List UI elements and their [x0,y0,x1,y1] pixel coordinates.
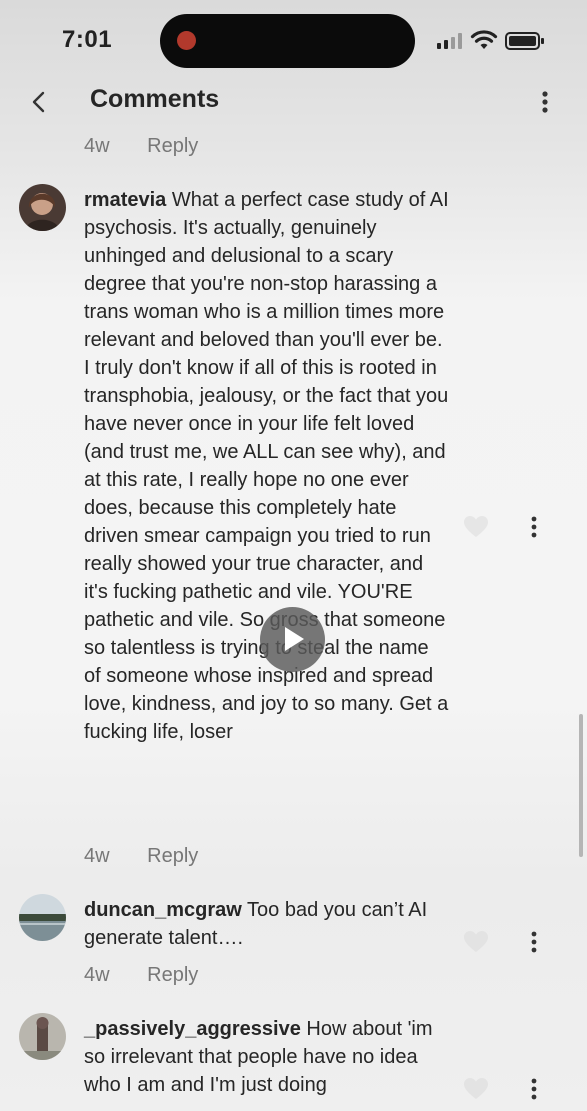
comment-username[interactable]: duncan_mcgraw [84,899,242,921]
status-bar: 7:01 [0,0,587,80]
wifi-icon [470,30,498,49]
comment-age: 4w [84,845,110,867]
page-title: Comments [90,85,220,113]
comment-username[interactable]: rmatevia [84,189,166,211]
reply-button[interactable]: Reply [147,964,198,987]
comments-header: Comments [0,80,587,124]
comment-options-icon[interactable] [524,515,544,539]
comment-text: duncan_mcgraw Too bad you can’t AI gener… [84,896,449,952]
comment-text: _passively_aggressive How about 'im so i… [84,1015,449,1099]
comment-meta: 4w Reply [84,964,198,987]
reply-button[interactable]: Reply [147,845,198,868]
heart-icon[interactable] [463,930,489,954]
scrollbar[interactable] [579,714,583,857]
play-button[interactable] [260,607,325,672]
comment-age: 4w [84,964,110,986]
comment-options-icon[interactable] [524,1077,544,1101]
comment-options-icon[interactable] [524,930,544,954]
avatar[interactable] [19,184,66,231]
heart-icon[interactable] [463,515,489,539]
back-icon[interactable] [26,86,54,118]
comment-username[interactable]: _passively_aggressive [84,1018,301,1040]
reply-button[interactable]: Reply [147,135,198,158]
vertical-ellipsis-icon[interactable] [533,86,557,118]
play-icon [285,627,304,651]
status-time: 7:01 [62,26,113,53]
dynamic-island [160,14,415,68]
battery-icon [505,32,544,50]
recording-indicator-icon [177,31,196,50]
heart-icon[interactable] [463,1077,489,1101]
comment-meta: 4w Reply [84,845,198,868]
comment-age: 4w [84,135,110,157]
avatar[interactable] [19,894,66,941]
cellular-signal-icon [437,33,465,49]
comment-text: rmatevia What a perfect case study of AI… [84,186,449,746]
avatar[interactable] [19,1013,66,1060]
previous-comment-meta: 4w Reply [84,135,198,158]
